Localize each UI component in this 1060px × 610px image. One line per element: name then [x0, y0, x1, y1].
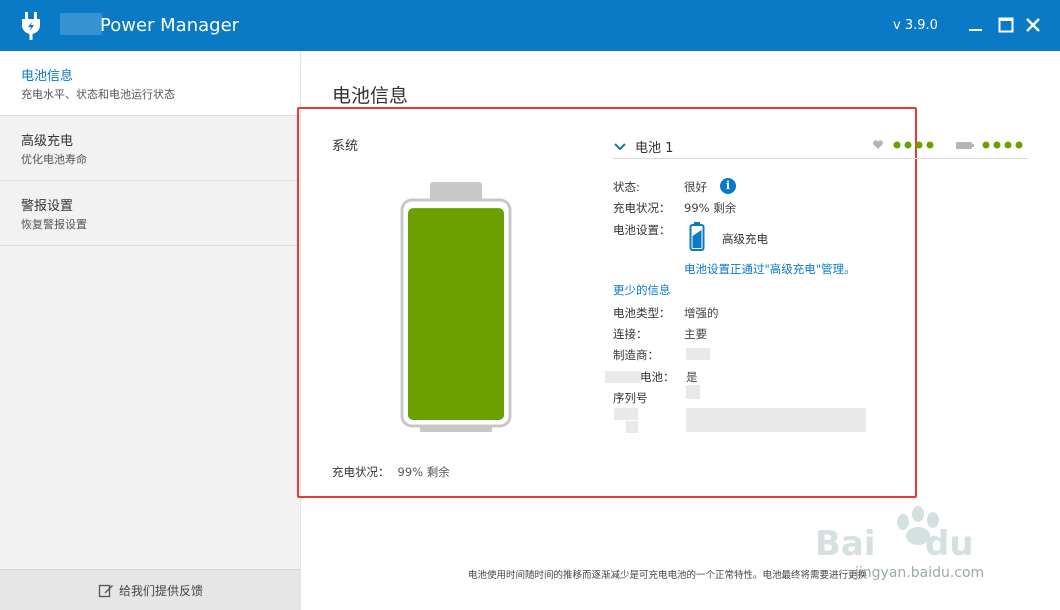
highlight-frame: [297, 107, 917, 498]
divider: [613, 158, 1028, 159]
footnote-text: 电池使用时间随时间的推移而逐渐减少是可充电电池的一个正常特性。电池最终将需要进行…: [468, 570, 868, 581]
redacted-manufacturer: [686, 348, 710, 360]
battery-level-graphic: [400, 182, 512, 432]
charge-value: 99% 剩余: [684, 201, 737, 215]
redacted-serial: [686, 408, 866, 432]
bottom-charge-status: 充电状况： 99% 剩余: [332, 464, 450, 480]
charge-dot: [982, 141, 990, 149]
redacted-label: [614, 408, 638, 420]
health-dot: [904, 141, 912, 149]
sidebar-item-title: 警报设置: [21, 199, 74, 214]
sidebar-item-subtitle: 充电水平、状态和电池运行状态: [21, 88, 175, 101]
health-dot: [893, 141, 901, 149]
health-dot: [915, 141, 923, 149]
power-plug-icon: [22, 12, 40, 40]
certified-value: 是: [686, 370, 698, 384]
maximize-icon[interactable]: [993, 12, 1019, 38]
certified-label: 电池：: [640, 370, 675, 384]
info-icon[interactable]: i: [720, 178, 736, 194]
charge-dot: [993, 141, 1001, 149]
title-bar: Power Manager v 3.9.0: [0, 0, 1060, 51]
advanced-charge-icon: [689, 222, 705, 251]
sidebar-item-battery-info[interactable]: 电池信息 充电水平、状态和电池运行状态: [0, 51, 300, 116]
heart-icon: [873, 140, 883, 149]
sidebar-item-advanced-charge[interactable]: 高级充电 优化电池寿命: [0, 116, 300, 181]
svg-text:du: du: [925, 524, 974, 564]
redacted-label-prefix: [605, 371, 641, 383]
connection-value: 主要: [684, 327, 707, 341]
charge-status-value: 99% 剩余: [397, 465, 450, 479]
sidebar: 电池信息 充电水平、状态和电池运行状态 高级充电 优化电池寿命 警报设置 恢复警…: [0, 51, 301, 610]
battery-1-header[interactable]: 电池 1: [613, 137, 673, 156]
charge-status-label: 充电状况：: [332, 465, 390, 479]
sidebar-item-title: 电池信息: [21, 69, 74, 84]
status-value: 很好: [684, 180, 707, 194]
page-title: 电池信息: [332, 85, 409, 107]
sidebar-item-alert-settings[interactable]: 警报设置 恢复警报设置: [0, 181, 300, 246]
window-title: Power Manager: [100, 15, 240, 36]
settings-label: 电池设置：: [613, 223, 671, 237]
status-label: 状态:: [613, 180, 640, 194]
charge-dot: [1015, 141, 1023, 149]
svg-text:Bai: Bai: [815, 524, 876, 564]
health-indicator: [873, 140, 934, 149]
battery-small-icon: [956, 142, 974, 149]
sidebar-item-title: 高级充电: [21, 134, 74, 149]
battery-name: 电池 1: [635, 141, 674, 156]
redacted-brand: [60, 13, 102, 35]
serial-label: 序列号: [613, 391, 648, 405]
battery-fill: [408, 208, 504, 420]
edit-icon: [98, 584, 113, 598]
type-value: 增强的: [684, 306, 719, 320]
less-info-link[interactable]: 更少的信息: [613, 282, 671, 298]
charge-dot: [1004, 141, 1012, 149]
charge-label: 充电状况：: [613, 201, 671, 215]
system-label: 系统: [332, 139, 359, 154]
feedback-label: 给我们提供反馈: [119, 584, 204, 598]
chevron-down-icon: [614, 143, 626, 151]
charge-indicator: [956, 141, 1023, 149]
minimize-icon[interactable]: [963, 12, 989, 38]
feedback-button[interactable]: 给我们提供反馈: [0, 569, 300, 610]
manufacturer-label: 制造商：: [613, 348, 659, 362]
type-label: 电池类型：: [613, 306, 671, 320]
sidebar-item-subtitle: 优化电池寿命: [21, 153, 87, 166]
redacted-label: [626, 421, 638, 433]
close-icon[interactable]: [1020, 12, 1046, 38]
settings-note: 电池设置正通过"高级充电"管理。: [684, 262, 856, 276]
health-dot: [926, 141, 934, 149]
watermark-url: jingyan.baidu.com: [855, 565, 985, 581]
connection-label: 连接：: [613, 327, 648, 341]
sidebar-item-subtitle: 恢复警报设置: [21, 218, 87, 231]
settings-mode: 高级充电: [722, 232, 768, 246]
redacted-value: [686, 385, 700, 399]
version-label: v 3.9.0: [893, 18, 938, 33]
